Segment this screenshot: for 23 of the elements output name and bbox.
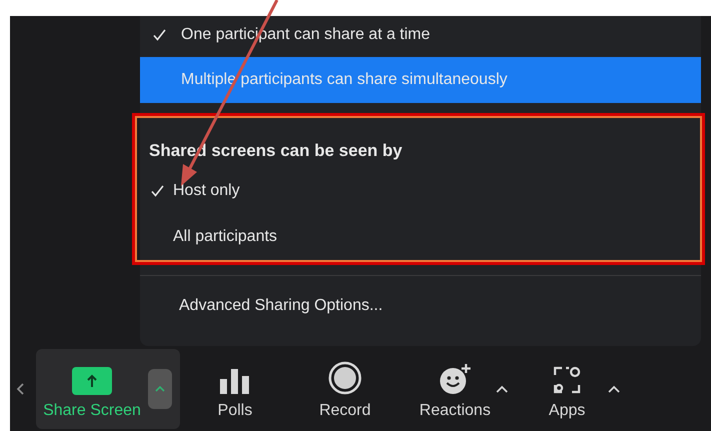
apps-icon — [552, 364, 582, 394]
toolbar-button[interactable]: Reactions — [400, 348, 510, 428]
caret-icon[interactable] — [496, 384, 508, 392]
record-icon — [328, 360, 362, 394]
checkmark-icon — [151, 185, 164, 197]
smiley-plus-icon — [438, 362, 472, 394]
toolbar-button[interactable]: Apps — [512, 348, 622, 428]
menu-item-label: All participants — [173, 227, 278, 247]
toolbar-button[interactable]: Record — [290, 348, 400, 428]
caret-button[interactable] — [148, 368, 172, 408]
caret-icon — [155, 386, 165, 392]
toolbar-button[interactable]: Share Screen — [36, 348, 148, 428]
menu-item-label: Multiple participants can share simultaneously — [180, 70, 508, 90]
checkmark-icon — [153, 29, 166, 41]
menu-item-label: Host only — [173, 181, 240, 201]
caret-icon[interactable] — [16, 382, 24, 394]
menu-item[interactable]: All participants — [149, 214, 700, 260]
menu-item[interactable]: Advanced Sharing Options... — [140, 276, 701, 336]
share-screen-icon — [72, 366, 112, 394]
caret-icon[interactable] — [608, 384, 620, 392]
bar-chart-icon — [219, 366, 251, 394]
toolbar-button[interactable]: Polls — [180, 348, 290, 428]
menu-item[interactable]: Host only — [149, 168, 700, 214]
